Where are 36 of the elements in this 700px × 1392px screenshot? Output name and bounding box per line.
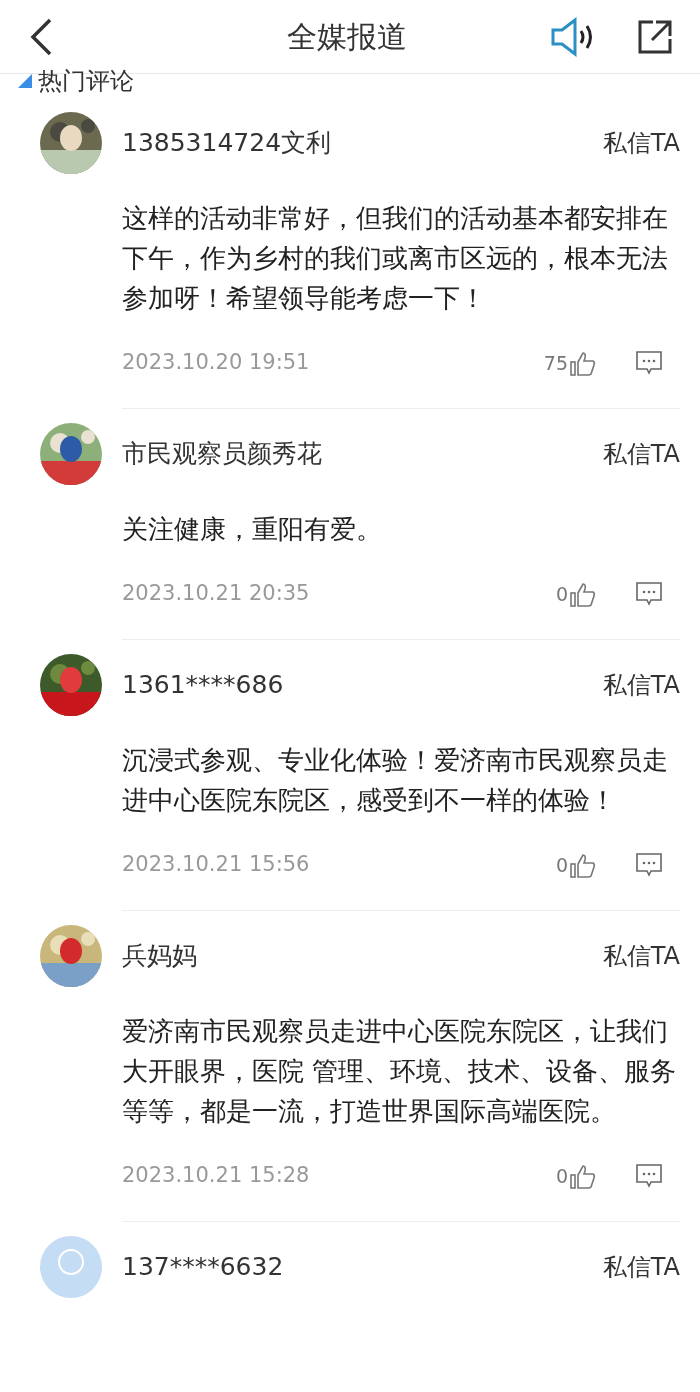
comment-text: 关注健康，重阳有爱。 (122, 513, 383, 546)
user-name[interactable]: 137****6632 (122, 1248, 284, 1286)
like-button[interactable]: 75 (543, 348, 596, 378)
thumbs-up-icon (570, 582, 596, 609)
like-button[interactable]: 0 (555, 579, 596, 609)
comment-icon[interactable] (636, 1163, 662, 1189)
user-name[interactable]: 兵妈妈 (122, 937, 197, 975)
message-button[interactable]: 私信TA (602, 436, 680, 472)
comment-icon[interactable] (636, 852, 662, 878)
comment-text: 爱济南市民观察员走进中心医院东院区，让我们大开眼界，医院 管理、环境、技术、设备、服务等等，都是一流，打造世界国际高端医院。 (122, 1015, 678, 1128)
thumbs-up-icon (570, 351, 596, 378)
comment-date: 2023.10.21 20:35 (122, 580, 311, 608)
comment-icon[interactable] (636, 581, 662, 607)
user-name[interactable]: 市民观察员颜秀花 (122, 435, 322, 473)
avatar-icon (40, 1236, 102, 1298)
comment-text: 这样的活动非常好，但我们的活动基本都安排在下午，作为乡村的我们或离市区远的，根本无法参加呀！希望领导能考虑一下！ (122, 202, 669, 315)
triangle-icon (18, 74, 32, 88)
like-button[interactable]: 0 (555, 850, 596, 880)
page-title: 全媒报道 (287, 18, 407, 56)
message-button[interactable]: 私信TA (602, 938, 680, 974)
comment-date: 2023.10.20 19:51 (122, 349, 311, 377)
thumbs-up-icon (570, 853, 596, 880)
share-icon[interactable] (638, 19, 672, 54)
back-icon[interactable] (28, 16, 54, 57)
comment-date: 2023.10.21 15:28 (122, 1162, 311, 1190)
section-title: 热门评论 (38, 68, 134, 94)
user-name[interactable]: 1361****686 (122, 666, 284, 704)
thumbs-up-icon (570, 1164, 596, 1191)
user-name[interactable]: 1385314724文利 (122, 124, 332, 162)
comment-date: 2023.10.21 15:56 (122, 851, 311, 879)
comment-text: 沉浸式参观、专业化体验！爱济南市民观察员走进中心医院东院区，感受到不一样的体验！ (122, 744, 669, 817)
like-button[interactable]: 0 (555, 1161, 596, 1191)
message-button[interactable]: 私信TA (602, 667, 680, 703)
comment-icon[interactable] (636, 350, 662, 376)
message-button[interactable]: 私信TA (602, 125, 680, 161)
message-button[interactable]: 私信TA (602, 1249, 680, 1285)
